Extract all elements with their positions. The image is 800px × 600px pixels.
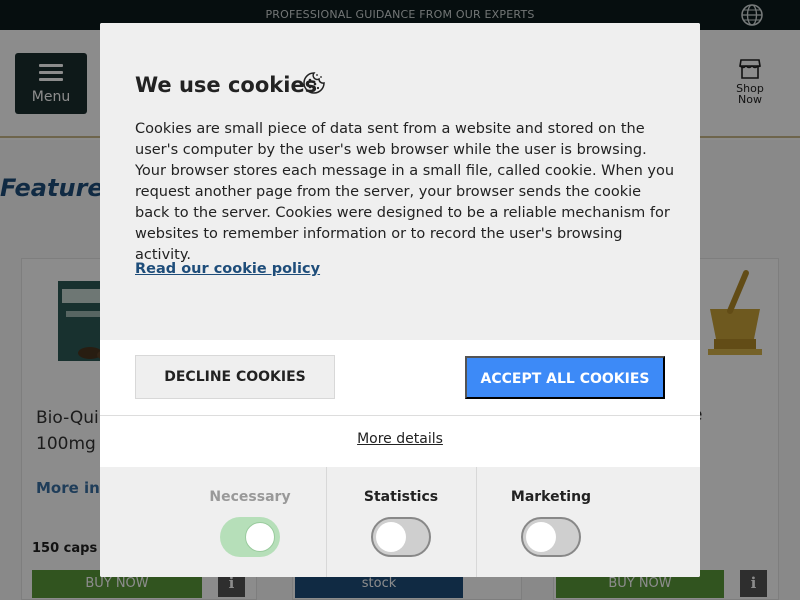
category-necessary: Necessary [175, 467, 325, 577]
more-details-label: More details [357, 431, 443, 447]
necessary-toggle[interactable] [220, 517, 280, 557]
dialog-title: We use cookies [135, 73, 318, 97]
statistics-toggle[interactable] [371, 517, 431, 557]
category-statistics: Statistics [326, 467, 475, 577]
toggle-knob [376, 522, 406, 552]
category-label: Statistics [363, 489, 439, 505]
dialog-body-text: Cookies are small piece of data sent fro… [135, 121, 675, 263]
cookie-consent-dialog: We use cookies Cookies are small piece o… [100, 23, 700, 577]
decline-cookies-button[interactable]: DECLINE COOKIES [135, 355, 335, 399]
toggle-knob [526, 522, 556, 552]
cookie-icon [303, 72, 325, 94]
cookie-policy-link[interactable]: Read our cookie policy [135, 261, 320, 277]
toggle-knob [245, 522, 275, 552]
cookie-categories: Necessary Statistics Marketing [100, 467, 700, 577]
divider [100, 415, 700, 416]
more-details-link[interactable]: More details [100, 431, 700, 447]
category-label: Necessary [209, 489, 291, 505]
accept-all-cookies-button[interactable]: ACCEPT ALL COOKIES [465, 356, 665, 399]
category-label: Marketing [510, 489, 592, 505]
category-marketing: Marketing [476, 467, 625, 577]
marketing-toggle[interactable] [521, 517, 581, 557]
